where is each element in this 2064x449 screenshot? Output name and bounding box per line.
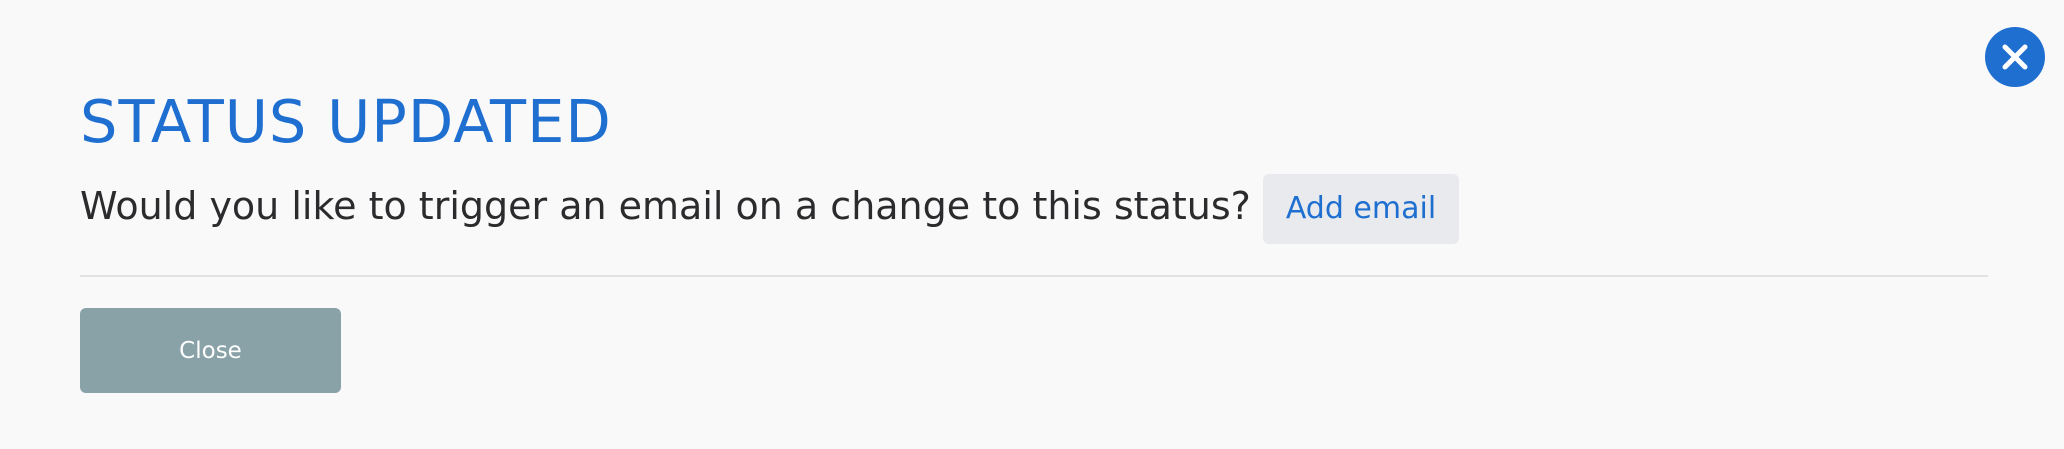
add-email-button[interactable]: Add email	[1262, 174, 1460, 244]
dialog-title: STATUS UPDATED	[80, 87, 612, 156]
divider	[80, 275, 1988, 277]
dismiss-dialog-button[interactable]	[1985, 27, 2045, 87]
email-trigger-question: Would you like to trigger an email on a …	[80, 184, 1251, 228]
status-updated-dialog: STATUS UPDATED Would you like to trigger…	[0, 0, 2064, 449]
close-icon	[2002, 44, 2028, 70]
close-button[interactable]: Close	[80, 308, 341, 393]
email-trigger-row: Would you like to trigger an email on a …	[80, 174, 1460, 244]
